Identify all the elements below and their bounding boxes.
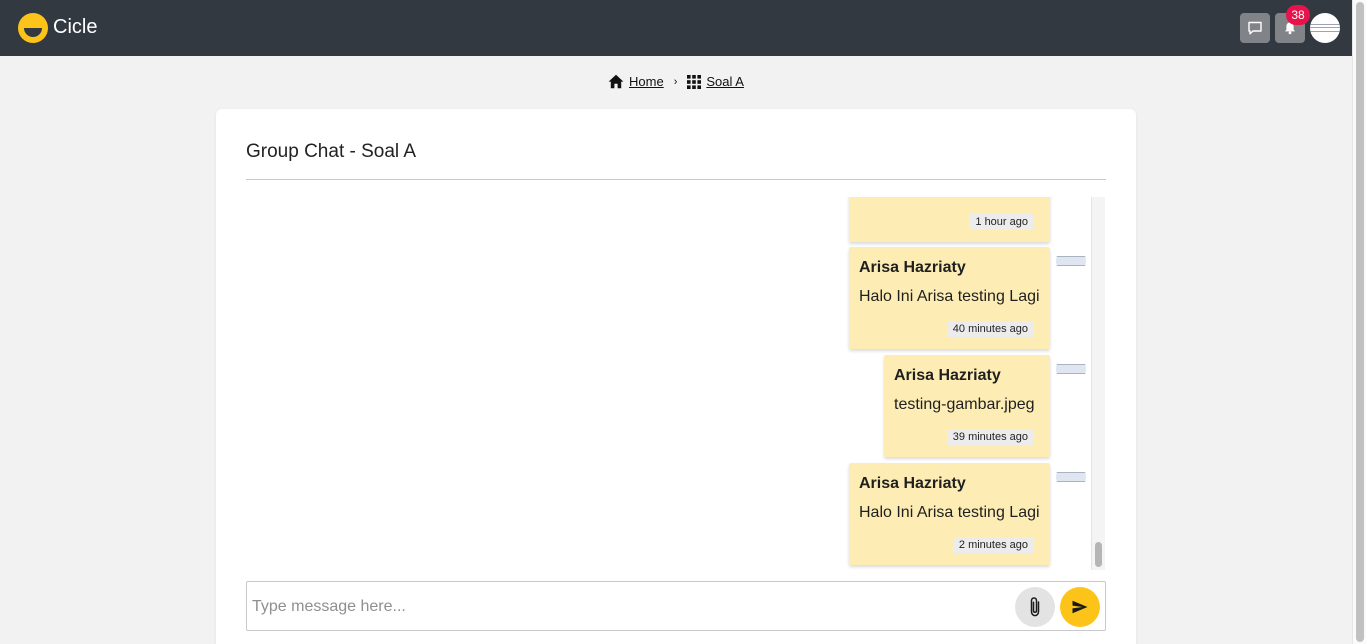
attach-file-button[interactable] [1015,587,1055,627]
breadcrumb-home-link[interactable]: Home [608,74,664,89]
message-list-scrollbar-thumb[interactable] [1095,542,1102,567]
sender-avatar[interactable] [1056,354,1086,384]
message-composer [246,581,1106,631]
message-sender[interactable]: Arisa Hazriaty [894,367,1001,385]
message-bubble: Arisa Hazriaty testing-gambar.jpeg 39 mi… [884,355,1050,457]
message-timestamp: 39 minutes ago [946,429,1034,445]
message-sender[interactable]: Arisa Hazriaty [859,259,966,277]
message-bubble: Arisa Hazriaty Halo Ini Arisa testing La… [849,247,1050,349]
paperclip-icon [1030,597,1040,617]
user-avatar[interactable] [1310,13,1340,43]
brand-name[interactable]: Cicle [53,16,97,39]
message-text: Halo Ini Arisa testing Lagi [859,504,1040,521]
top-navbar: Cicle 38 [0,0,1352,56]
sender-avatar[interactable] [1056,246,1086,276]
chat-bubble-icon [1248,21,1262,35]
message-text: Halo Ini Arisa testing Lagi [859,288,1040,305]
page-scrollbar[interactable] [1352,0,1366,644]
chat-button[interactable] [1240,13,1270,43]
attachment-filename[interactable]: testing-gambar.jpeg [894,396,1035,414]
message-sender[interactable]: Arisa Hazriaty [859,475,966,493]
title-divider [246,179,1106,180]
message-bubble: Arisa Hazriaty Halo Ini Arisa testing La… [849,463,1050,565]
breadcrumb-home-label[interactable]: Home [629,74,664,89]
notification-count-badge: 38 [1286,5,1310,25]
message-list[interactable]: 1 hour ago Arisa Hazriaty Halo Ini Arisa… [246,197,1106,570]
message-timestamp: 1 hour ago [969,214,1034,230]
message-timestamp: 2 minutes ago [952,537,1034,553]
cicle-logo-icon[interactable] [18,13,48,43]
sender-avatar[interactable] [1056,462,1086,492]
home-icon [608,74,624,89]
message-input[interactable] [252,592,1002,622]
breadcrumb-separator: › [673,75,678,88]
grid-icon [687,74,702,89]
page-scrollbar-thumb[interactable] [1356,2,1364,642]
breadcrumb-soal-a-label[interactable]: Soal A [706,74,744,89]
message-bubble: 1 hour ago [849,197,1050,242]
send-message-button[interactable] [1060,587,1100,627]
breadcrumb-soal-a-link[interactable]: Soal A [687,74,744,89]
page-title: Group Chat - Soal A [246,141,417,162]
breadcrumb: Home › Soal A [0,74,1352,89]
send-icon [1072,600,1088,614]
group-chat-card: Group Chat - Soal A 1 hour ago Arisa Haz… [216,109,1136,644]
message-list-scrollbar[interactable] [1091,197,1105,570]
message-timestamp: 40 minutes ago [946,321,1034,337]
